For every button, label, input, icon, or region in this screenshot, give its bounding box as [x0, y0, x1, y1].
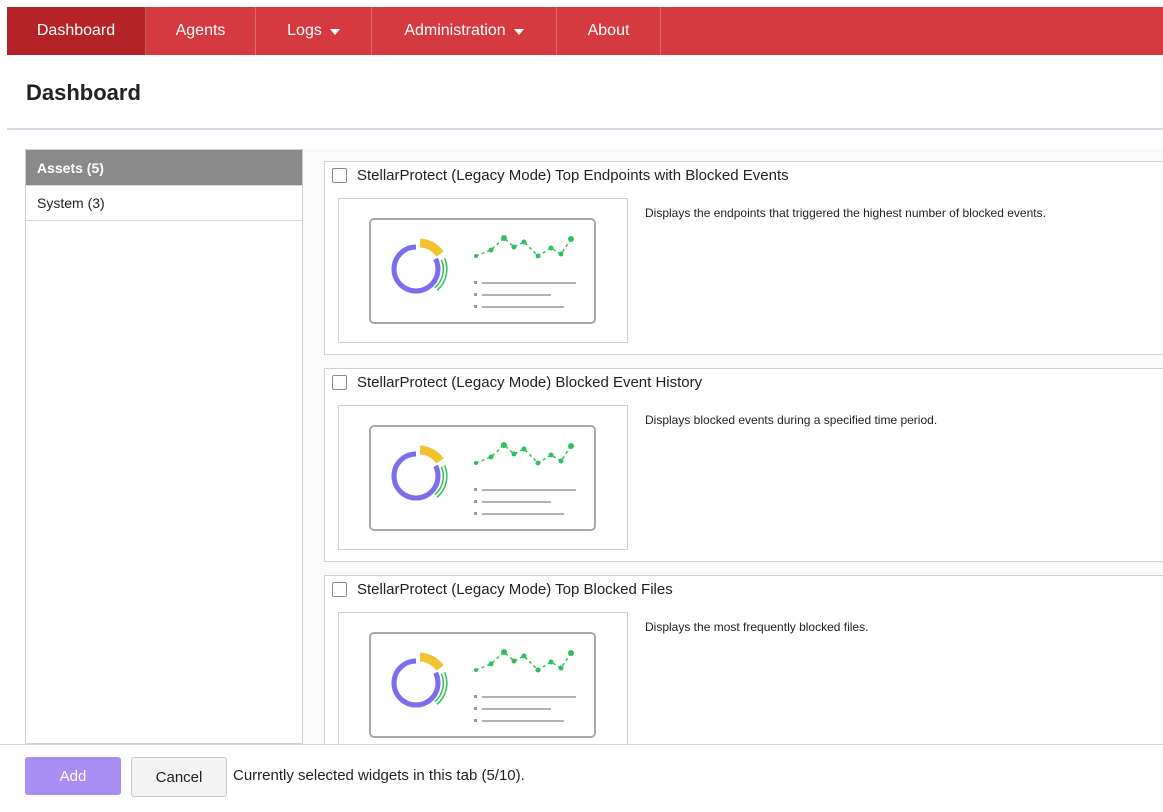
- nav-dashboard[interactable]: Dashboard: [7, 7, 146, 55]
- widget-checkbox[interactable]: [332, 375, 347, 390]
- chevron-down-icon: [513, 29, 524, 35]
- dashboard-widget-preview-icon: [369, 218, 596, 324]
- widget-title: StellarProtect (Legacy Mode) Top Endpoin…: [357, 167, 789, 184]
- selection-status: Currently selected widgets in this tab (…: [233, 767, 525, 784]
- widget-title: StellarProtect (Legacy Mode) Top Blocked…: [357, 581, 673, 598]
- widget-checkbox[interactable]: [332, 582, 347, 597]
- top-nav-bar: Dashboard Agents Logs Administration Abo…: [7, 7, 1163, 55]
- widget-description: Displays blocked events during a specifi…: [645, 413, 938, 427]
- footer-bar: Add Cancel Currently selected widgets in…: [0, 744, 1163, 812]
- sidebar-item-label: Assets (5): [37, 159, 104, 176]
- dashboard-widget-preview-icon: [369, 425, 596, 531]
- nav-logs[interactable]: Logs: [256, 7, 372, 55]
- widget-title: StellarProtect (Legacy Mode) Blocked Eve…: [357, 374, 703, 391]
- widget-thumbnail: [338, 198, 628, 343]
- nav-agents[interactable]: Agents: [146, 7, 256, 55]
- widget-header: StellarProtect (Legacy Mode) Top Blocked…: [332, 581, 673, 598]
- cancel-button[interactable]: Cancel: [131, 757, 227, 797]
- nav-logs-label: Logs: [287, 22, 322, 39]
- nav-agents-label: Agents: [175, 22, 226, 39]
- nav-administration-label: Administration: [404, 22, 506, 39]
- nav-about[interactable]: About: [557, 7, 661, 55]
- widget-description: Displays the most frequently blocked fil…: [645, 620, 869, 634]
- add-button[interactable]: Add: [25, 757, 121, 795]
- dashboard-widget-preview-icon: [369, 632, 596, 738]
- page-title: Dashboard: [26, 80, 141, 105]
- widget-card[interactable]: StellarProtect (Legacy Mode) Top Blocked…: [324, 575, 1163, 744]
- widget-thumbnail: [338, 612, 628, 744]
- sidebar-item-system[interactable]: System (3): [26, 186, 302, 221]
- category-sidebar: Assets (5) System (3): [25, 149, 303, 744]
- title-divider: [7, 128, 1163, 130]
- widget-card[interactable]: StellarProtect (Legacy Mode) Top Endpoin…: [324, 161, 1163, 355]
- widget-thumbnail: [338, 405, 628, 550]
- widget-card[interactable]: StellarProtect (Legacy Mode) Blocked Eve…: [324, 368, 1163, 562]
- nav-dashboard-label: Dashboard: [36, 22, 116, 39]
- widget-header: StellarProtect (Legacy Mode) Top Endpoin…: [332, 167, 789, 184]
- nav-administration[interactable]: Administration: [372, 7, 557, 55]
- nav-about-label: About: [587, 22, 630, 39]
- chevron-down-icon: [329, 29, 340, 35]
- widget-description: Displays the endpoints that triggered th…: [645, 206, 1046, 220]
- widget-list[interactable]: StellarProtect (Legacy Mode) Top Endpoin…: [303, 149, 1163, 744]
- sidebar-item-assets[interactable]: Assets (5): [26, 150, 302, 186]
- widget-checkbox[interactable]: [332, 168, 347, 183]
- widget-header: StellarProtect (Legacy Mode) Blocked Eve…: [332, 374, 702, 391]
- sidebar-item-label: System (3): [37, 195, 105, 211]
